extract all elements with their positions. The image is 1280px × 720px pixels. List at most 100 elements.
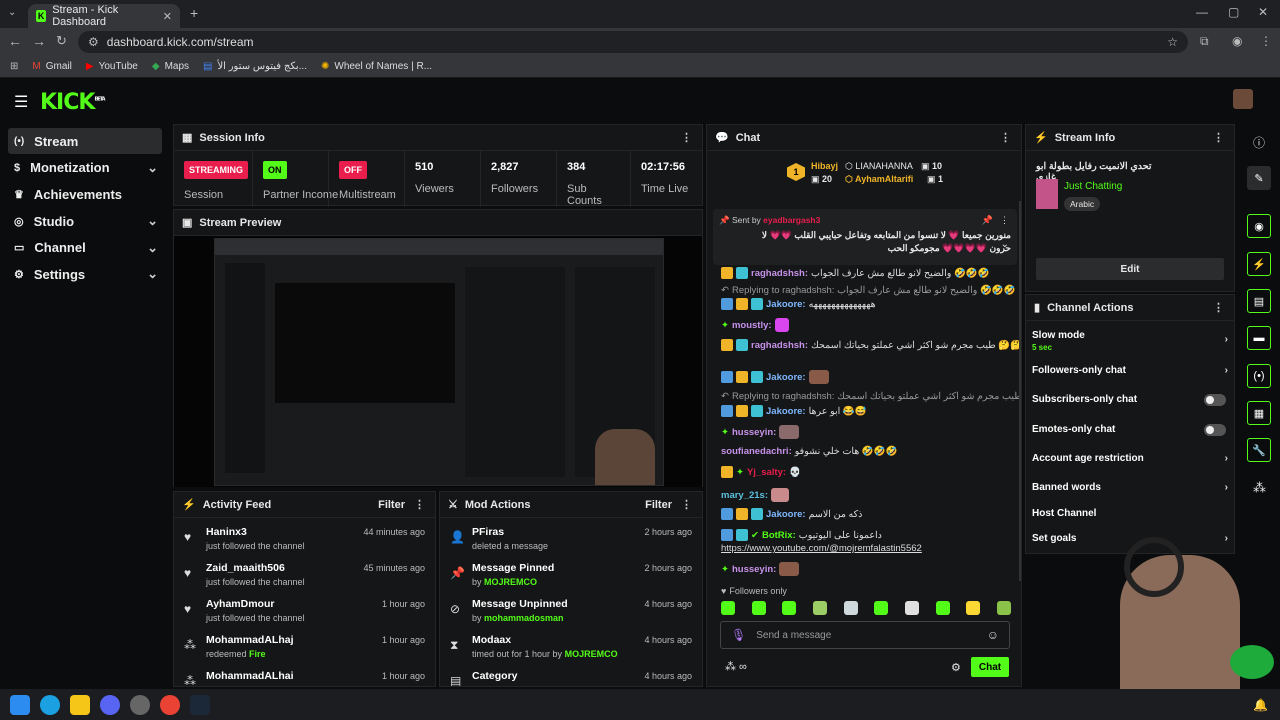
forward-icon[interactable]: → — [32, 33, 46, 49]
sidebar-item-stream[interactable]: (•) Stream — [8, 128, 162, 154]
mod-action-item[interactable]: 👤 PFiras deleted a message 2 hours ago — [440, 522, 702, 558]
new-tab-icon[interactable]: + — [190, 5, 198, 21]
emote-icon[interactable] — [782, 601, 797, 615]
emote-icon[interactable] — [874, 601, 889, 615]
emoji-picker-icon[interactable]: ☺ — [987, 628, 999, 642]
chevron-down-icon[interactable]: ⌄ — [1001, 239, 1009, 250]
sidebar-item-achievements[interactable]: ♛ Achievements — [8, 181, 162, 207]
layout-icon[interactable]: ▦ — [1247, 401, 1271, 425]
maximize-icon[interactable]: ▢ — [1228, 5, 1239, 19]
info-circle-icon[interactable]: ⓘ — [1253, 134, 1265, 151]
host-channel-row[interactable]: Host Channel — [1032, 508, 1232, 519]
chat-message[interactable]: mary_21s: — [721, 488, 790, 502]
activity-item[interactable]: ⁂ MohammadALhai 1 hour ago — [174, 666, 435, 686]
points-icon[interactable]: ⁂ ∞ — [725, 660, 747, 673]
apps-icon[interactable]: ⁂ — [1253, 480, 1266, 496]
steam-icon[interactable] — [190, 694, 210, 715]
panel-menu-icon[interactable]: ⋮ — [414, 498, 425, 511]
chat-message[interactable]: Jakoore: ذكه من الاسم — [721, 508, 862, 520]
bookmark-youtube[interactable]: ▶ YouTube — [86, 61, 138, 72]
subscribers-only-row[interactable]: Subscribers-only chat — [1032, 394, 1232, 406]
address-bar[interactable]: ⚙ dashboard.kick.com/stream ☆ — [78, 31, 1188, 53]
chat-message[interactable]: Jakoore: ابو عرها 😂😅 — [721, 405, 867, 417]
chat-message[interactable]: ✦ moustly: — [721, 318, 789, 332]
slow-mode-row[interactable]: Slow mode 5 sec › — [1032, 330, 1232, 352]
edit-stream-info-button[interactable]: Edit — [1036, 258, 1224, 280]
windows-start-icon[interactable] — [10, 694, 30, 715]
chat-message[interactable]: Jakoore: — [721, 370, 829, 384]
mod-filter-button[interactable]: Filter — [645, 499, 672, 511]
site-info-icon[interactable]: ⚙ — [88, 35, 99, 49]
kick-logo[interactable]: KICKBETA — [40, 90, 106, 115]
browser-menu-icon[interactable]: ⋮ — [1260, 34, 1272, 48]
multistream-status[interactable]: OFF Multistream — [328, 151, 406, 207]
bookmark-star-icon[interactable]: ☆ — [1167, 35, 1178, 49]
sidebar-item-channel[interactable]: ▭ Channel ⌄ — [8, 235, 162, 261]
emote-icon[interactable] — [721, 601, 735, 615]
discord-icon[interactable] — [100, 694, 120, 715]
chrome-icon[interactable] — [160, 694, 180, 715]
chat-send-button[interactable]: Chat — [971, 657, 1009, 677]
tab-search-icon[interactable]: ⌄ — [8, 7, 16, 18]
profile-icon[interactable]: ◉ — [1232, 34, 1242, 48]
pin-toggle-icon[interactable]: 📌 — [982, 215, 993, 226]
panel-menu-icon[interactable]: ⋮ — [681, 498, 692, 511]
mod-action-item[interactable]: ⊘ Message Unpinned by mohammadosman 4 hours… — [440, 594, 702, 630]
bookmark-wheel[interactable]: ✺ Wheel of Names | R... — [321, 61, 432, 72]
extensions-icon[interactable]: ⧉ — [1200, 34, 1209, 49]
account-age-row[interactable]: Account age restriction › — [1032, 453, 1232, 464]
emotes-only-row[interactable]: Emotes-only chat — [1032, 424, 1232, 436]
followers-only-row[interactable]: Followers-only chat › — [1032, 365, 1232, 376]
file-explorer-icon[interactable] — [70, 694, 90, 715]
mod-action-item[interactable]: 📌 Message Pinned by MOJREMCO 2 hours ago — [440, 558, 702, 594]
user-avatar[interactable] — [1233, 89, 1253, 109]
sidebar-item-studio[interactable]: ◎ Studio ⌄ — [8, 208, 162, 234]
emote-icon[interactable] — [812, 601, 827, 615]
activity-item[interactable]: ♥ Haninx3 just followed the channel 44 minu… — [174, 522, 435, 558]
apps-icon[interactable]: ⊞ — [10, 61, 18, 72]
broadcast-icon[interactable]: (•) — [1247, 364, 1271, 388]
emote-icon[interactable] — [935, 601, 950, 615]
chat-message[interactable]: ✦ husseyin: — [721, 562, 800, 576]
back-icon[interactable]: ← — [8, 33, 22, 49]
browser-tab[interactable]: K Stream - Kick Dashboard ✕ — [28, 4, 180, 28]
chat-bubble-icon[interactable]: ▬ — [1247, 326, 1271, 350]
chat-message[interactable]: ✦ Yj_salty: 💀 — [721, 466, 801, 478]
chat-message[interactable]: soufianedachri: هات خلي نشوفو 🤣🤣🤣 — [721, 446, 897, 457]
close-tab-icon[interactable]: ✕ — [163, 10, 172, 23]
panel-menu-icon[interactable]: ⋮ — [1000, 131, 1011, 144]
chat-input-box[interactable]: 🎙 Send a message ☺ — [720, 621, 1010, 649]
chat-scrollbar[interactable] — [1019, 201, 1021, 581]
pinned-menu-icon[interactable]: ⋮ — [1000, 215, 1009, 226]
clipboard-icon[interactable]: ▤ — [1247, 289, 1271, 313]
hamburger-menu-icon[interactable]: ☰ — [14, 92, 28, 112]
emote-icon[interactable] — [751, 601, 766, 615]
microphone-icon[interactable]: 🎙 — [731, 628, 746, 642]
chat-message[interactable]: raghadshsh: طيب مجرم شو اكثر اشي عملتو بح… — [721, 339, 1021, 351]
chat-message[interactable]: Jakoore: ههههههههههههههه — [721, 298, 876, 310]
subscribers-only-toggle[interactable] — [1204, 394, 1226, 406]
panel-menu-icon[interactable]: ⋮ — [1213, 131, 1224, 144]
chat-settings-gear-icon[interactable]: ⚙ — [951, 661, 961, 674]
chat-message[interactable]: raghadshsh: والضيح لانو طالع مش عارف الجو… — [721, 267, 989, 279]
banned-words-row[interactable]: Banned words › — [1032, 482, 1232, 493]
chat-input[interactable]: Send a message — [756, 630, 831, 641]
minimize-icon[interactable]: — — [1196, 5, 1208, 19]
edit-pencil-icon[interactable]: ✎ — [1247, 166, 1271, 190]
reload-icon[interactable]: ↻ — [56, 33, 67, 49]
bookmark-store[interactable]: ▤ بكج فيتوس ستور الأ... — [203, 61, 307, 72]
stream-preview-video[interactable] — [174, 236, 702, 487]
sidebar-item-settings[interactable]: ⚙ Settings ⌄ — [8, 261, 162, 287]
lightning-icon[interactable]: ⚡ — [1247, 252, 1271, 276]
category-name[interactable]: Just Chatting — [1064, 181, 1122, 192]
chat-link[interactable]: https://www.youtube.com/@mojremfalastin5… — [721, 543, 922, 554]
mod-action-item[interactable]: ▤ Category 4 hours ago — [440, 666, 702, 686]
pinned-message[interactable]: 📌 Sent by eyadbargash3 منورين جميعا 💗 لا… — [713, 209, 1017, 265]
wrench-icon[interactable]: 🔧 — [1247, 438, 1271, 462]
bookmark-maps[interactable]: ◆ Maps — [152, 61, 189, 72]
panel-menu-icon[interactable]: ⋮ — [1213, 301, 1224, 314]
app-icon[interactable] — [130, 694, 150, 715]
emotes-only-toggle[interactable] — [1204, 424, 1226, 436]
sidebar-item-monetization[interactable]: $ Monetization ⌄ — [8, 155, 162, 181]
panel-menu-icon[interactable]: ⋮ — [681, 131, 692, 144]
